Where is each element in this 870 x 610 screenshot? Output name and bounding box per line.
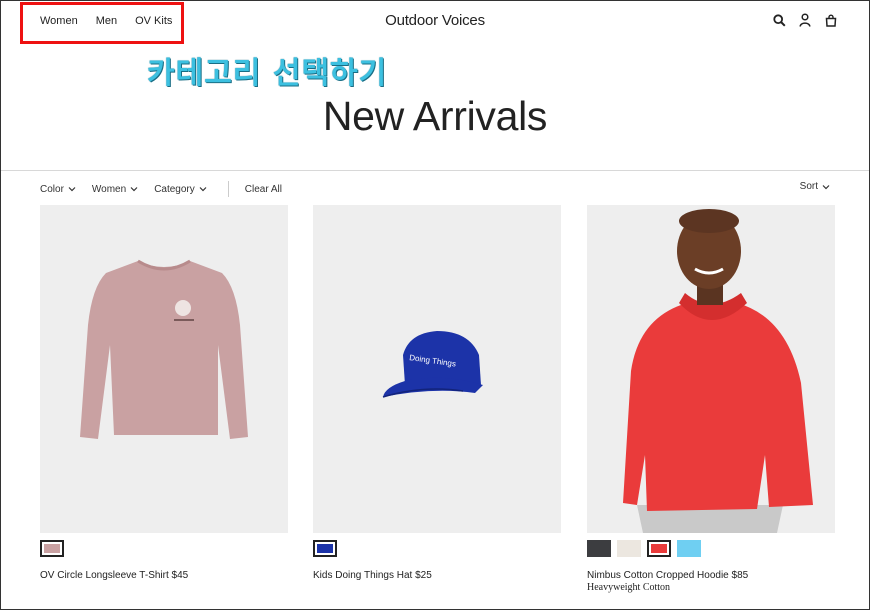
- product-image-hoodie[interactable]: [587, 205, 835, 533]
- filter-bar: Color Women Category Clear All: [40, 181, 282, 197]
- color-swatch[interactable]: [40, 540, 64, 557]
- color-swatch[interactable]: [313, 540, 337, 557]
- filter-category[interactable]: Category: [154, 184, 207, 195]
- hoodie-model-illustration: [623, 209, 813, 533]
- search-icon[interactable]: [772, 12, 786, 28]
- product-card: Doing Things Kids Doing Things Hat $25: [313, 205, 561, 582]
- swatch-fill: [44, 544, 60, 553]
- chevron-down-icon: [199, 187, 207, 192]
- color-swatch[interactable]: [617, 540, 641, 557]
- product-card: OV Circle Longsleeve T-Shirt $45: [40, 205, 288, 582]
- swatch-fill: [317, 544, 333, 553]
- filter-separator: [227, 181, 229, 197]
- chevron-down-icon: [130, 187, 138, 192]
- clear-all-button[interactable]: Clear All: [245, 184, 282, 195]
- chevron-down-icon: [68, 187, 76, 192]
- filter-category-label: Category: [154, 183, 195, 195]
- page-title: New Arrivals: [322, 93, 548, 139]
- product-image-longsleeve[interactable]: [40, 205, 288, 533]
- product-card: Nimbus Cotton Cropped Hoodie $85 Heavywe…: [587, 205, 835, 593]
- product-name[interactable]: Nimbus Cotton Cropped Hoodie $85: [587, 569, 835, 582]
- color-swatch-selected[interactable]: [647, 540, 671, 557]
- filter-gender-label: Women: [91, 183, 127, 195]
- account-icon[interactable]: [798, 12, 812, 28]
- filter-color-label: Color: [40, 183, 64, 195]
- product-image-hat[interactable]: Doing Things: [313, 205, 561, 533]
- color-swatches: [40, 540, 288, 560]
- sort-label: Sort: [799, 181, 818, 192]
- chevron-down-icon: [822, 184, 830, 189]
- filter-gender[interactable]: Women: [92, 184, 138, 195]
- product-name[interactable]: OV Circle Longsleeve T-Shirt $45: [40, 569, 288, 582]
- color-swatches: [587, 540, 835, 560]
- annotation-highlight-box: [20, 2, 184, 44]
- header-icons: [772, 12, 838, 28]
- annotation-label: 카테고리 선택하기: [147, 56, 388, 91]
- bag-icon[interactable]: [824, 12, 838, 28]
- color-swatch[interactable]: [677, 540, 701, 557]
- header-divider: [0, 170, 870, 171]
- longsleeve-shirt-illustration: [80, 259, 248, 439]
- cap-illustration: Doing Things: [382, 331, 483, 398]
- color-swatch[interactable]: [587, 540, 611, 557]
- filter-color[interactable]: Color: [40, 184, 76, 195]
- product-name[interactable]: Kids Doing Things Hat $25: [313, 569, 561, 582]
- product-subtitle: Heavyweight Cotton: [587, 582, 671, 593]
- color-swatches: [313, 540, 561, 560]
- sort-dropdown[interactable]: Sort: [800, 181, 830, 192]
- swatch-fill: [651, 544, 667, 553]
